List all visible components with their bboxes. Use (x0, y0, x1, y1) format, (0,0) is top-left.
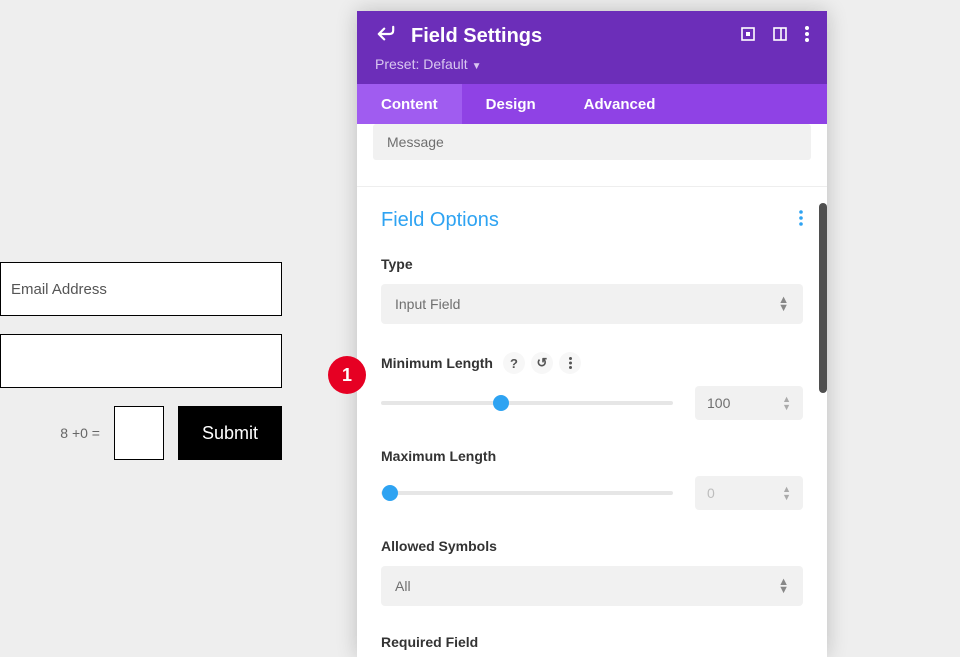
stepper-icon[interactable]: ▲▼ (782, 395, 791, 411)
tab-advanced[interactable]: Advanced (560, 84, 680, 124)
section-title: Field Options (381, 209, 499, 232)
required-field-option: Required Field YES (381, 634, 803, 657)
type-option: Type Input Field ▲▼ (381, 256, 803, 324)
tab-design[interactable]: Design (462, 84, 560, 124)
reset-icon[interactable]: ↺ (531, 352, 553, 374)
help-icon[interactable]: ? (503, 352, 525, 374)
blank-field-preview[interactable] (0, 334, 282, 388)
panel-header: Field Settings Preset: Default▼ (357, 11, 827, 84)
max-length-option: Maximum Length 0 ▲▼ (381, 448, 803, 510)
captcha-equation: 8 +0 = (60, 425, 100, 441)
tab-content[interactable]: Content (357, 84, 462, 124)
allowed-symbols-option: Allowed Symbols All ▲▼ (381, 538, 803, 606)
select-chevrons-icon: ▲▼ (778, 578, 789, 594)
allowed-symbols-label: Allowed Symbols (381, 538, 803, 554)
preset-dropdown[interactable]: Preset: Default▼ (375, 56, 809, 72)
type-label: Type (381, 256, 803, 272)
stepper-icon[interactable]: ▲▼ (782, 485, 791, 501)
max-length-slider[interactable] (381, 491, 673, 495)
message-field-label[interactable]: Message (373, 124, 811, 160)
type-select[interactable]: Input Field ▲▼ (381, 284, 803, 324)
expand-icon[interactable] (741, 27, 755, 46)
scrollbar[interactable] (819, 203, 827, 393)
field-options-section: Field Options Type Input Field ▲▼ Minimu… (357, 187, 827, 657)
back-icon[interactable] (375, 25, 397, 48)
required-field-label: Required Field (381, 634, 803, 650)
step-badge-1: 1 (328, 356, 366, 394)
tabs: Content Design Advanced (357, 84, 827, 124)
max-length-input[interactable]: 0 ▲▼ (695, 476, 803, 510)
min-length-slider[interactable] (381, 401, 673, 405)
max-length-label: Maximum Length (381, 448, 803, 464)
email-placeholder: Email Address (11, 281, 107, 298)
min-length-input[interactable]: 100 ▲▼ (695, 386, 803, 420)
email-field-preview[interactable]: Email Address (0, 262, 282, 316)
captcha-input[interactable] (114, 406, 164, 460)
settings-panel: Field Settings Preset: Default▼ Content … (357, 11, 827, 657)
allowed-symbols-select[interactable]: All ▲▼ (381, 566, 803, 606)
max-length-slider-thumb[interactable] (382, 485, 398, 501)
section-menu-icon[interactable] (799, 210, 803, 231)
min-length-label: Minimum Length (381, 355, 493, 371)
captcha-row: 8 +0 = Submit (0, 406, 282, 460)
option-menu-icon[interactable] (559, 352, 581, 374)
select-chevrons-icon: ▲▼ (778, 296, 789, 312)
min-length-option: Minimum Length ? ↺ 100 ▲▼ (381, 352, 803, 420)
panel-body: Message Field Options Type Input Field ▲… (357, 124, 827, 657)
layout-icon[interactable] (773, 27, 787, 46)
form-preview: Email Address 8 +0 = Submit (0, 262, 282, 460)
panel-title: Field Settings (411, 25, 542, 48)
submit-button[interactable]: Submit (178, 406, 282, 460)
menu-dots-icon[interactable] (805, 26, 809, 47)
min-length-slider-thumb[interactable] (493, 395, 509, 411)
